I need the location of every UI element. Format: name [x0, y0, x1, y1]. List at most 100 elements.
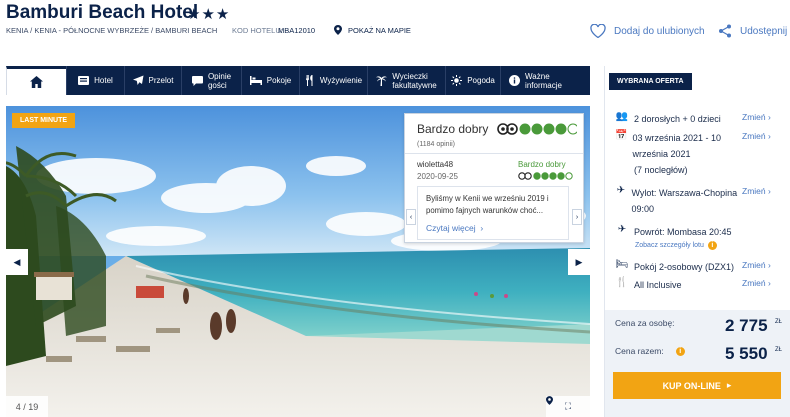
change-label: Zmień: [742, 131, 766, 141]
price-per-person-value: 2 775: [725, 316, 768, 335]
change-room-link[interactable]: Zmień ›: [742, 260, 771, 270]
sun-icon: [451, 75, 463, 86]
offer-departure: ✈ Wylot: Warszawa-Chopina 09:00: [615, 185, 739, 217]
change-flight-link[interactable]: Zmień ›: [742, 186, 771, 196]
tripadvisor-review-count: (1184 opinii): [417, 141, 456, 148]
hotel-header: Bamburi Beach Hotel ★★★ KENIA / KENIA - …: [0, 0, 790, 62]
hotel-icon: [78, 76, 90, 85]
info-icon: [509, 75, 521, 86]
offer-room-text: Pokój 2-osobowy (DZX1): [634, 262, 735, 272]
heart-icon: [590, 24, 606, 38]
hotel-title: Bamburi Beach Hotel: [6, 2, 199, 23]
rating-bubble: [519, 123, 531, 135]
review-next-button[interactable]: ›: [572, 209, 582, 225]
rating-bubble: [543, 123, 555, 135]
price-total-label-row: Cena razem: i: [615, 346, 685, 356]
rating-bubble: [567, 123, 577, 135]
price-per-person-currency: ZŁ: [775, 319, 783, 325]
flight-details-link[interactable]: Zobacz szczegóły lotu i: [635, 241, 717, 250]
offer-travellers-text: 2 dorosłych + 0 dzieci: [634, 114, 721, 124]
calendar-icon: 📅: [615, 130, 628, 141]
tab-flight-label: Przelot: [148, 76, 174, 85]
read-more-link[interactable]: Czytaj więcej ›: [426, 223, 483, 233]
plane-landing-icon: ✈: [617, 224, 627, 235]
selected-offer-title: WYBRANA OFERTA: [609, 73, 692, 90]
tab-excursions-label: Wycieczki fakultatywne: [392, 71, 437, 90]
last-minute-badge: LAST MINUTE: [12, 113, 76, 128]
gallery-prev-button[interactable]: ◀: [6, 249, 28, 275]
price-per-person-label: Cena za osobę:: [615, 318, 675, 328]
plane-icon: [132, 75, 144, 85]
tab-excursions[interactable]: Wycieczki fakultatywne: [367, 66, 445, 95]
add-to-favorites-button[interactable]: Dodaj do ulubionych: [590, 24, 705, 38]
chevron-right-icon: ›: [768, 278, 771, 288]
read-more-label: Czytaj więcej: [426, 223, 476, 233]
review-snippet-text: Byliśmy w Kenii we wrześniu 2019 i pomim…: [426, 194, 549, 215]
review-author: wioletta48: [417, 160, 454, 169]
offer-nights: (7 nocległów): [634, 162, 688, 178]
tab-rooms[interactable]: Pokoje: [241, 66, 299, 95]
share-label: Udostępnij: [740, 25, 788, 37]
gallery-next-button[interactable]: ▶: [568, 249, 590, 275]
price-total-value: 5 550: [725, 344, 768, 363]
fullscreen-icon[interactable]: ⛶: [565, 401, 571, 412]
hotel-stars: ★★★: [187, 6, 231, 23]
hotel-code-value: MBA12010: [278, 26, 316, 35]
change-dates-link[interactable]: Zmień ›: [742, 131, 771, 141]
change-travellers-link[interactable]: Zmień ›: [742, 112, 771, 122]
show-on-map-link[interactable]: POKAŻ NA MAPIE: [334, 25, 411, 35]
rating-bubble: [555, 123, 567, 135]
hotel-nav: Hotel Przelot Opinie gości Pokoje Wyżywi…: [6, 66, 590, 95]
tab-hotel[interactable]: Hotel: [66, 66, 124, 95]
map-pin-icon[interactable]: [546, 396, 553, 405]
change-label: Zmień: [742, 278, 766, 288]
chevron-left-icon: ‹: [409, 213, 413, 221]
offer-dates-text: 03 września 2021 - 10 września 2021: [632, 133, 722, 159]
bed-icon: 🛏: [615, 259, 629, 270]
breadcrumb[interactable]: KENIA / KENIA - PÓŁNOCNE WYBRZEŻE / BAMB…: [6, 26, 217, 35]
chevron-right-icon: ▶: [575, 256, 583, 267]
rating-bubble: [541, 172, 549, 180]
review-snippet-box: Byliśmy w Kenii we wrześniu 2019 i pomim…: [417, 186, 569, 240]
bed-icon: [249, 76, 262, 85]
people-icon: 👥: [615, 111, 629, 122]
buy-online-button[interactable]: KUP ON-LINE ▸: [613, 372, 781, 399]
chat-icon: [191, 75, 203, 86]
buy-online-label: KUP ON-LINE: [662, 380, 721, 391]
tripadvisor-rating-bubbles: [497, 123, 577, 135]
review-rating-bubbles: [518, 172, 573, 180]
rating-bubble: [549, 172, 557, 180]
offer-return-text: Powrót: Mombasa 20:45: [634, 227, 732, 237]
tab-reviews-label: Opinie gości: [207, 71, 232, 90]
price-summary: Cena za osobę: 2 775 ZŁ Cena razem: i 5 …: [605, 310, 790, 417]
triangle-right-icon: ▸: [726, 380, 732, 390]
cutlery-icon: 🍴: [615, 277, 629, 288]
tab-hotel-label: Hotel: [94, 76, 113, 85]
chevron-right-icon: ›: [768, 112, 771, 122]
offer-departure-text: Wylot: Warszawa-Chopina 09:00: [631, 188, 738, 214]
rating-bubble: [533, 172, 541, 180]
offer-nights-text: (7 nocległów): [634, 165, 688, 175]
info-icon: i: [707, 241, 717, 250]
tab-home[interactable]: [6, 66, 66, 95]
tab-reviews[interactable]: Opinie gości: [181, 66, 241, 95]
tab-important-info[interactable]: Ważne informacje: [500, 66, 570, 95]
rating-bubble: [531, 123, 543, 135]
tab-flight[interactable]: Przelot: [124, 66, 181, 95]
review-prev-button[interactable]: ‹: [406, 209, 416, 225]
chevron-right-icon: ›: [575, 213, 579, 221]
tripadvisor-owl-icon: [497, 123, 518, 135]
tripadvisor-rating-text: Bardzo dobry: [417, 122, 489, 136]
chevron-right-icon: ›: [768, 186, 771, 196]
info-icon[interactable]: i: [675, 346, 685, 356]
tab-meals-label: Wyżywienie: [319, 76, 363, 85]
change-label: Zmień: [742, 260, 766, 270]
tab-rooms-label: Pokoje: [266, 76, 292, 85]
tab-weather[interactable]: Pogoda: [445, 66, 500, 95]
share-button[interactable]: Udostępnij: [718, 24, 787, 38]
change-label: Zmień: [742, 112, 766, 122]
divider: [405, 153, 583, 154]
tab-meals[interactable]: Wyżywienie: [299, 66, 367, 95]
review-date: 2020-09-25: [417, 172, 458, 181]
change-board-link[interactable]: Zmień ›: [742, 278, 771, 288]
